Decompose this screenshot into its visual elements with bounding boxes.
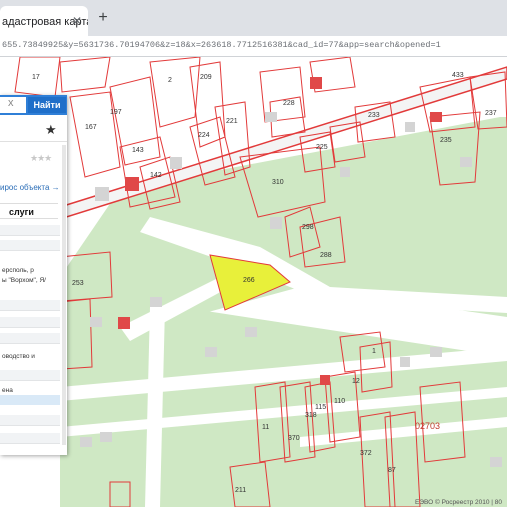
address-line: ы "Ворхом", Я/ bbox=[2, 277, 46, 284]
clear-icon[interactable]: x bbox=[8, 97, 14, 109]
parcel-label: 167 bbox=[85, 124, 97, 131]
parcel-label: 12 bbox=[352, 378, 360, 385]
parcel-label: 87 bbox=[388, 467, 396, 474]
new-tab-button[interactable]: + bbox=[95, 10, 111, 26]
object-link[interactable]: ирос объекта → bbox=[0, 183, 60, 192]
parcel-label: 143 bbox=[132, 147, 144, 154]
parcel-label: 225 bbox=[316, 144, 328, 151]
section-title: слуги bbox=[0, 203, 58, 219]
browser-tab[interactable]: адастровая карта ✕ bbox=[0, 6, 88, 36]
parcel-label: 433 bbox=[452, 72, 464, 79]
parcel-label: 233 bbox=[368, 112, 380, 119]
tab-bar: адастровая карта ✕ + bbox=[0, 0, 507, 36]
address-line: ерсполь, р bbox=[2, 267, 34, 274]
info-row bbox=[0, 433, 60, 444]
parcel-label: 115 bbox=[315, 404, 326, 411]
parcel-label: 11 bbox=[262, 424, 269, 431]
parcel-label: 224 bbox=[198, 132, 210, 139]
url-text[interactable]: 655.73849925&y=5631736.70194706&z=18&x=2… bbox=[2, 40, 441, 50]
parcel-label: 17 bbox=[32, 74, 40, 81]
map-view[interactable]: 17 209 167 197 224 221 143 142 2 233 225… bbox=[0, 57, 507, 507]
zone-label: 02703 bbox=[415, 421, 440, 431]
info-row bbox=[0, 317, 60, 328]
parcel-label: 370 bbox=[288, 435, 300, 442]
parcel-label: 288 bbox=[320, 252, 332, 259]
panel-scrollbar[interactable] bbox=[62, 145, 66, 445]
parcel-label: 318 bbox=[305, 412, 317, 419]
parcel-label: 211 bbox=[235, 487, 246, 494]
parcel-label: 228 bbox=[283, 100, 295, 107]
info-row bbox=[0, 300, 60, 311]
parcel-label: 310 bbox=[272, 179, 284, 186]
star-icon[interactable]: ★ bbox=[45, 122, 57, 138]
parcel-label: 1 bbox=[372, 348, 376, 355]
parcel-label: 235 bbox=[440, 137, 452, 144]
search-bar: x Найти bbox=[0, 95, 67, 115]
rating-stars-icon[interactable]: ★★★ bbox=[30, 153, 52, 164]
map-copyright: ЕЭВО © Росреестр 2010 | 80 bbox=[415, 498, 502, 506]
address-bar[interactable]: 655.73849925&y=5631736.70194706&z=18&x=2… bbox=[0, 36, 507, 57]
activity-line: оводство и bbox=[2, 353, 35, 360]
info-row bbox=[0, 415, 60, 426]
info-row bbox=[0, 225, 60, 236]
parcel-label: 266 bbox=[243, 277, 255, 284]
parcel-label: 209 bbox=[200, 74, 212, 81]
info-panel: x Найти ★ ★★★ ирос объекта → слуги ерспо… bbox=[0, 95, 67, 455]
parcel-label: 197 bbox=[110, 109, 122, 116]
parcel-label: 298 bbox=[302, 224, 314, 231]
close-tab-icon[interactable]: ✕ bbox=[72, 14, 82, 28]
status-line: ена bbox=[2, 387, 13, 394]
parcel-label: 110 bbox=[334, 398, 345, 405]
parcel-label: 372 bbox=[360, 450, 372, 457]
parcel-label: 142 bbox=[150, 172, 162, 179]
search-button[interactable]: Найти bbox=[28, 97, 66, 113]
parcel-label: 2 bbox=[168, 77, 172, 84]
parcel-label: 237 bbox=[485, 110, 497, 117]
map-canvas[interactable]: 17 209 167 197 224 221 143 142 2 233 225… bbox=[0, 57, 507, 507]
highlight-row bbox=[0, 395, 60, 405]
parcel-label: 221 bbox=[226, 118, 238, 125]
info-row bbox=[0, 370, 60, 381]
info-row bbox=[0, 333, 60, 344]
parcel-label: 253 bbox=[72, 280, 84, 287]
info-row bbox=[0, 240, 60, 251]
object-type-row[interactable]: ★ bbox=[0, 119, 67, 142]
